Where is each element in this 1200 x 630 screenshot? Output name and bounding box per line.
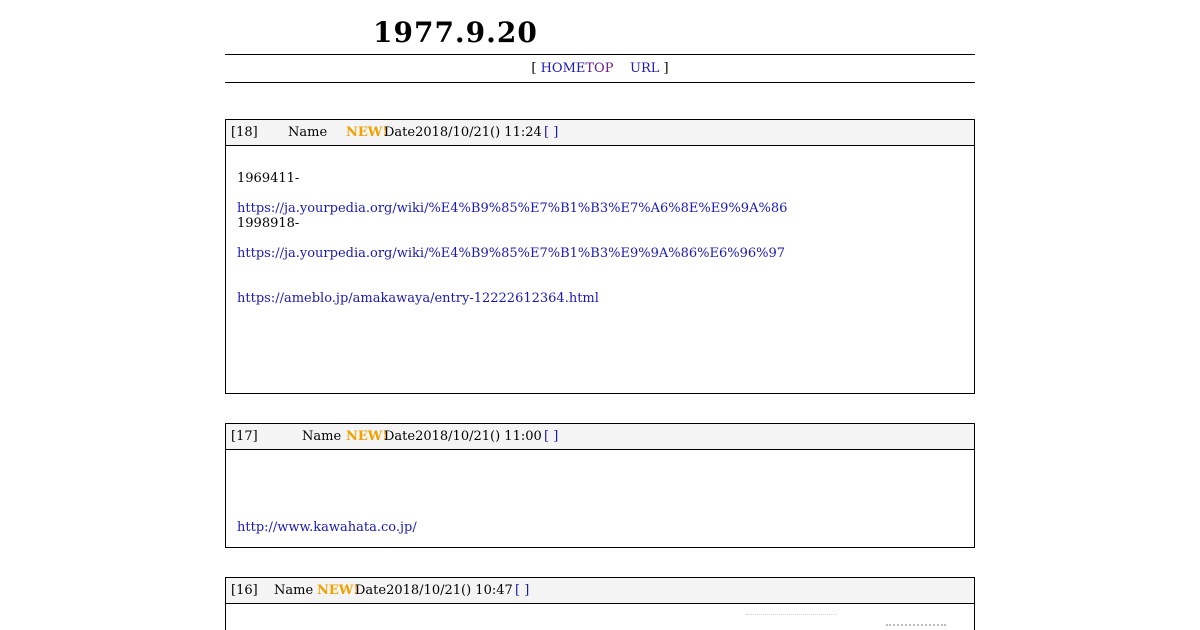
page-header: 1977.9.20 [225, 0, 975, 55]
new-badge: NEW! [317, 583, 360, 598]
post-header: [18] Name NEW! Date2018/10/21() 11:24 [ … [226, 120, 974, 146]
page: 1977.9.20 [ HOMETOP URL ] [18] Name NEW!… [225, 0, 975, 630]
post-action-link[interactable]: [ ] [544, 424, 558, 449]
post-link[interactable]: https://ja.yourpedia.org/wiki/%E4%B9%85%… [237, 201, 787, 216]
post-action-link[interactable]: [ ] [515, 578, 529, 603]
post-header: [16] Name NEW! Date2018/10/21() 10:47 [ … [226, 578, 974, 604]
post-number: [18] [231, 125, 258, 140]
post-action-link[interactable]: [ ] [544, 120, 558, 145]
nav-home-link[interactable]: HOME [541, 61, 586, 76]
post-name-label: Name [274, 583, 314, 598]
post-number: [16] [231, 583, 258, 598]
post-18: [18] Name NEW! Date2018/10/21() 11:24 [ … [225, 119, 975, 394]
post-16: [16] Name NEW! Date2018/10/21() 10:47 [ … [225, 577, 975, 630]
post-link[interactable]: http://www.kawahata.co.jp/ [237, 520, 417, 535]
nav-bracket-close: ] [663, 61, 669, 76]
post-17: [17] Name NEW! Date2018/10/21() 11:00 [ … [225, 423, 975, 548]
nav-url-link[interactable]: URL [630, 61, 659, 76]
new-badge: NEW! [346, 125, 389, 140]
embedded-image-fragment [746, 614, 836, 619]
post-number: [17] [231, 429, 258, 444]
post-name-label: Name [302, 429, 342, 444]
post-date: Date2018/10/21() 11:00 [384, 429, 542, 444]
nav-bar: [ HOMETOP URL ] [225, 55, 975, 83]
embedded-image-fragment [886, 624, 946, 630]
post-header: [17] Name NEW! Date2018/10/21() 11:00 [ … [226, 424, 974, 450]
post-name-label: Name [288, 125, 328, 140]
post-text-line: 1969411- [237, 171, 300, 186]
nav-bracket-open: [ [531, 61, 537, 76]
nav-top-link[interactable]: TOP [585, 61, 613, 76]
post-link[interactable]: https://ja.yourpedia.org/wiki/%E4%B9%85%… [237, 246, 785, 261]
post-date: Date2018/10/21() 11:24 [384, 125, 542, 140]
post-link[interactable]: https://ameblo.jp/amakawaya/entry-122226… [237, 291, 599, 306]
post-date: Date2018/10/21() 10:47 [355, 583, 513, 598]
post-text-line: 1998918- [237, 216, 300, 231]
page-title: 1977.9.20 [373, 16, 538, 49]
new-badge: NEW! [346, 429, 389, 444]
